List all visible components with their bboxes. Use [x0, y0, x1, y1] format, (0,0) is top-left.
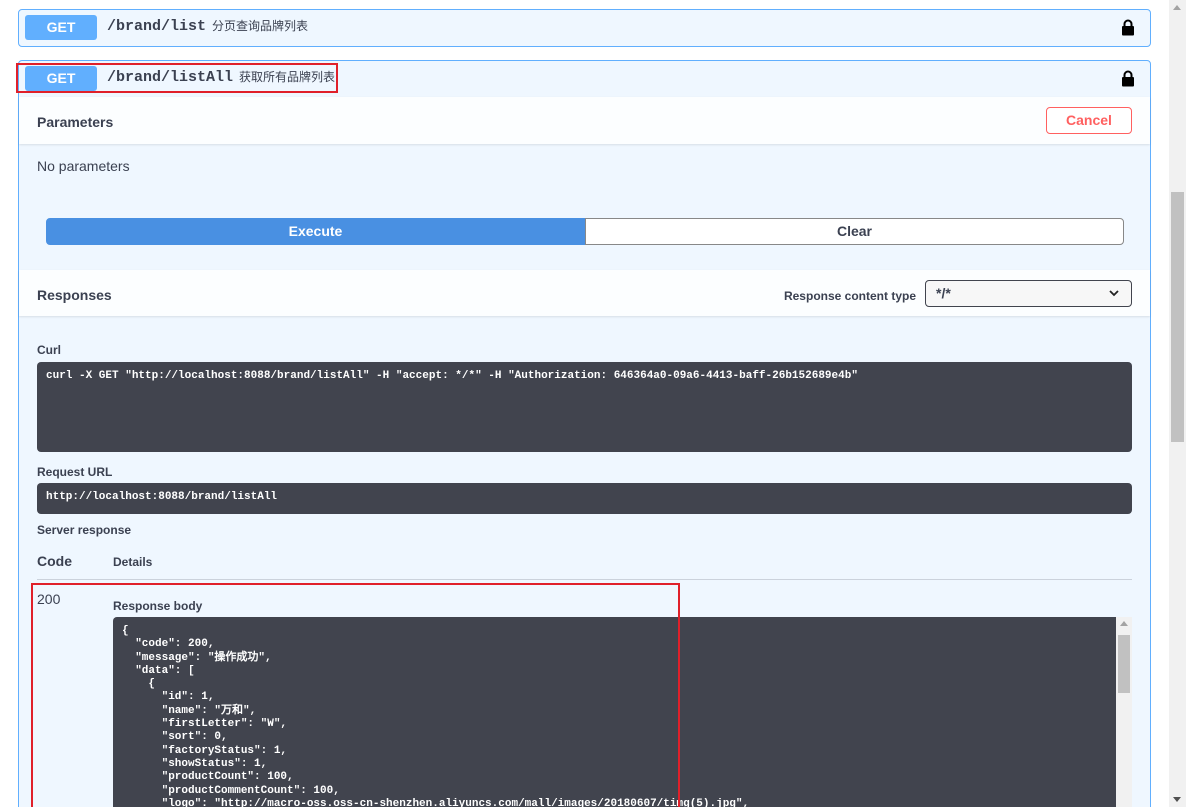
server-response-label: Server response: [37, 523, 132, 537]
no-parameters-text: No parameters: [37, 158, 130, 174]
lock-icon[interactable]: [1121, 19, 1135, 36]
scroll-up-arrow-icon[interactable]: [1173, 5, 1181, 10]
scroll-thumb[interactable]: [1118, 635, 1130, 693]
scroll-up-arrow-icon[interactable]: [1120, 621, 1128, 626]
responses-title: Responses: [37, 287, 112, 303]
cancel-button[interactable]: Cancel: [1046, 107, 1132, 134]
curl-label: Curl: [37, 343, 61, 357]
lock-icon[interactable]: [1121, 70, 1135, 87]
details-column-header: Details: [113, 555, 153, 569]
response-content-type-label: Response content type: [783, 289, 916, 303]
response-content-type-select[interactable]: */*: [925, 280, 1132, 307]
swagger-page: GET /brand/list 分页查询品牌列表 GET /brand/listA…: [0, 0, 1169, 807]
select-value: */*: [936, 285, 951, 301]
highlight-box-listall: [16, 63, 338, 93]
parameters-title: Parameters: [37, 114, 114, 130]
code-column-header: Code: [37, 553, 72, 569]
scroll-down-arrow-icon[interactable]: [1173, 797, 1181, 802]
curl-command-block[interactable]: curl -X GET "http://localhost:8088/brand…: [37, 362, 1132, 452]
scroll-thumb[interactable]: [1171, 192, 1184, 442]
operation-path: /brand/list 分页查询品牌列表: [107, 17, 308, 35]
parameters-header: Parameters Cancel: [19, 97, 1150, 144]
response-body-scrollbar[interactable]: [1116, 617, 1132, 807]
page-scrollbar[interactable]: [1169, 0, 1186, 807]
path-text: /brand/list: [107, 18, 207, 35]
method-badge: GET: [25, 15, 97, 40]
execute-button[interactable]: Execute: [46, 218, 585, 245]
chevron-down-icon: [1109, 290, 1119, 297]
request-url-label: Request URL: [37, 465, 113, 479]
responses-header: Responses Response content type */*: [19, 270, 1150, 316]
request-url-block[interactable]: http://localhost:8088/brand/listAll: [37, 483, 1132, 514]
execute-wrapper: Execute Clear: [46, 218, 1124, 245]
opblock-brand-list[interactable]: GET /brand/list 分页查询品牌列表: [18, 9, 1151, 47]
operation-description: 分页查询品牌列表: [212, 19, 309, 33]
opblock-summary[interactable]: GET /brand/list 分页查询品牌列表: [19, 10, 1150, 46]
clear-button[interactable]: Clear: [585, 218, 1124, 245]
table-divider: [37, 579, 1132, 580]
highlight-box-response-body: [31, 583, 680, 807]
